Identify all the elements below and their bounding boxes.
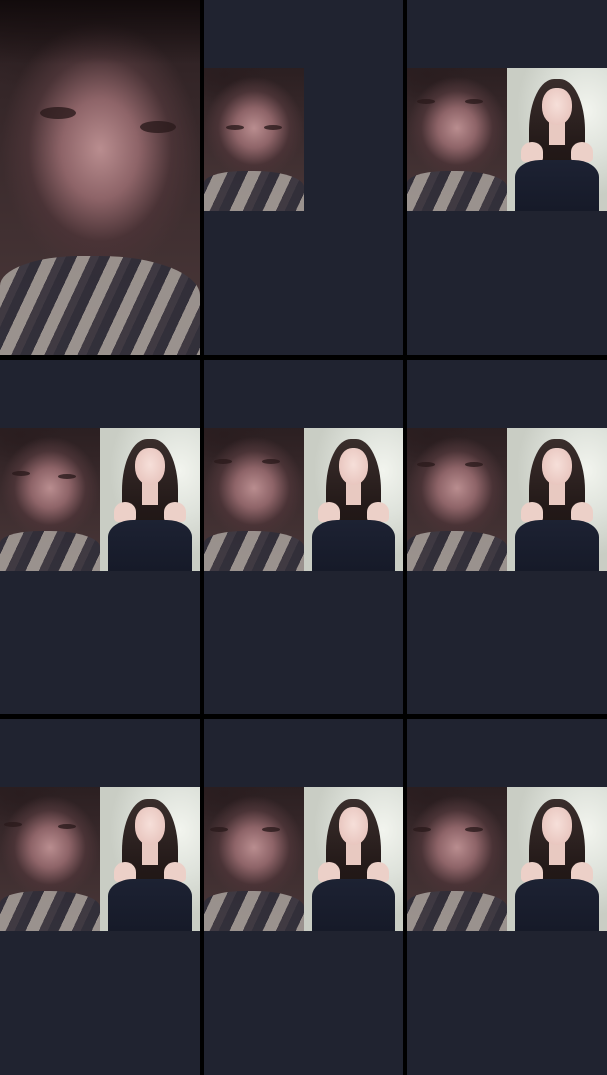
self-video-tile	[407, 428, 507, 571]
remote-video-tile	[507, 68, 607, 211]
grid-cell-9	[407, 719, 607, 1075]
self-video-tile	[407, 787, 507, 931]
face	[338, 807, 369, 845]
remote-video-tile	[507, 428, 607, 571]
eye	[226, 125, 244, 131]
face	[542, 88, 572, 126]
grid-cell-7	[0, 719, 200, 1075]
eye	[417, 99, 435, 105]
eye	[465, 462, 483, 468]
eye	[210, 827, 228, 833]
neck	[549, 841, 565, 865]
self-video-tile	[204, 787, 304, 931]
eye	[4, 821, 22, 827]
remote-video-tile	[304, 428, 403, 571]
grid-cell-5	[204, 360, 403, 714]
eye	[12, 470, 30, 476]
remote-video-tile	[507, 787, 607, 931]
dark-top	[108, 519, 192, 571]
eye	[40, 106, 76, 119]
dark-top	[515, 159, 599, 211]
eye	[140, 120, 176, 134]
face	[542, 807, 572, 845]
self-video-tile	[0, 428, 100, 571]
neck	[549, 482, 565, 506]
grid-cell-2	[204, 0, 403, 355]
dark-top	[108, 879, 192, 931]
remote-video-tile	[100, 428, 200, 571]
dark-top	[515, 519, 599, 571]
eye	[465, 99, 483, 105]
neck	[345, 841, 362, 865]
hair-shadow	[0, 0, 200, 64]
eye	[417, 462, 435, 468]
grid-cell-3	[407, 0, 607, 355]
neck	[142, 482, 158, 506]
remote-video-tile	[100, 787, 200, 931]
eye	[58, 473, 76, 479]
self-video-tile	[204, 68, 304, 211]
dark-top	[311, 879, 396, 931]
face	[135, 448, 165, 486]
neck	[345, 482, 362, 506]
self-video-tile	[0, 0, 200, 355]
neck	[549, 122, 565, 146]
remote-video-tile	[304, 787, 403, 931]
eye	[465, 827, 483, 833]
eye	[262, 827, 280, 833]
eye	[58, 824, 76, 830]
grid-cell-8	[204, 719, 403, 1075]
eye	[214, 459, 232, 465]
eye	[413, 827, 431, 833]
self-video-tile	[407, 68, 507, 211]
dark-top	[515, 879, 599, 931]
face	[135, 807, 165, 845]
grid-cell-1	[0, 0, 200, 355]
grid-cell-6	[407, 360, 607, 714]
eye	[264, 125, 282, 131]
self-video-tile	[204, 428, 304, 571]
face	[542, 448, 572, 486]
eye	[262, 459, 280, 465]
neck	[142, 841, 158, 865]
face	[338, 448, 369, 486]
grid-cell-4	[0, 360, 200, 714]
dark-top	[311, 519, 396, 571]
self-video-tile	[0, 787, 100, 931]
